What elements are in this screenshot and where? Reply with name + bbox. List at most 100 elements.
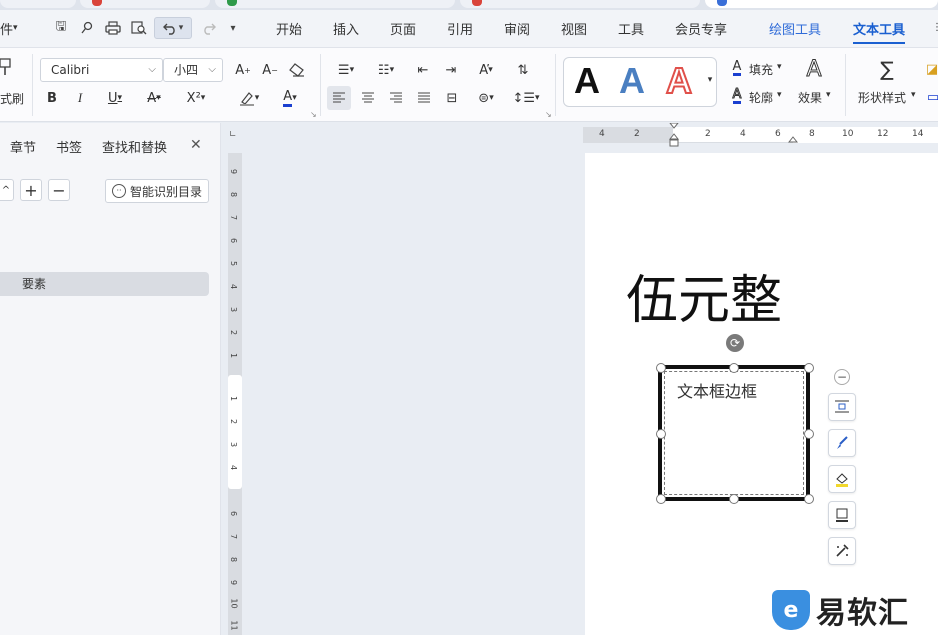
text-fill-label[interactable]: 填充 [749, 61, 773, 78]
text-style-red-outline[interactable]: A [665, 59, 693, 102]
underline-icon[interactable]: U ▾ [100, 86, 130, 110]
clear-format-icon[interactable] [286, 58, 308, 82]
resize-handle-top-right[interactable] [804, 363, 814, 373]
text-effect-icon[interactable]: A [802, 56, 826, 82]
chevron-down-icon[interactable]: ▾ [911, 90, 916, 100]
collapse-up-icon[interactable]: ^ [0, 179, 14, 201]
format-painter-icon[interactable] [76, 17, 98, 39]
tab-home[interactable]: 开始 [276, 19, 302, 38]
tab-text-tools[interactable]: 文本工具 [853, 19, 906, 44]
horizontal-ruler[interactable]: 4 2 2 4 6 8 10 12 14 [583, 123, 938, 147]
tab-review[interactable]: 审阅 [504, 19, 530, 38]
resize-handle-bottom-right[interactable] [804, 494, 814, 504]
align-center-icon[interactable] [356, 86, 380, 110]
text-style-blue[interactable]: A [619, 60, 645, 102]
chevron-down-icon[interactable]: ▾ [777, 90, 782, 100]
shape-style-brush-icon[interactable] [828, 429, 856, 457]
resize-handle-top[interactable] [729, 363, 739, 373]
window-tab[interactable] [460, 0, 700, 8]
tab-tools[interactable]: 工具 [618, 19, 644, 38]
chevron-down-icon[interactable]: ▾ [777, 62, 782, 72]
increase-indent-icon[interactable]: ⇥ [440, 58, 462, 82]
dialog-launcher-icon[interactable]: ↘ [545, 110, 552, 119]
text-effect-label[interactable]: 效果 [798, 89, 822, 106]
sort-icon[interactable]: ⇅ [512, 58, 534, 82]
collapse-toolbar-icon[interactable]: − [834, 369, 850, 385]
menu-overflow-icon[interactable]: ⋮ [932, 22, 938, 33]
text-fill-icon[interactable]: A [728, 58, 746, 78]
resize-handle-left[interactable] [656, 429, 666, 439]
chevron-down-icon[interactable]: ▾ [826, 90, 831, 100]
resize-handle-bottom[interactable] [729, 494, 739, 504]
superscript-icon[interactable]: X² ▾ [178, 86, 214, 110]
save-icon[interactable]: 🖫 [50, 17, 72, 39]
text-wrap-icon[interactable] [828, 393, 856, 421]
text-outline-label[interactable]: 轮廓 [749, 89, 773, 106]
resize-handle-right[interactable] [804, 429, 814, 439]
shrink-font-icon[interactable]: A − [259, 58, 281, 82]
numbered-list-icon[interactable]: ☷ ▾ [370, 58, 402, 82]
highlight-icon[interactable]: ▾ [232, 86, 266, 110]
align-left-icon[interactable] [327, 86, 351, 110]
strikethrough-icon[interactable]: A ▾ [139, 86, 169, 110]
line-spacing-icon[interactable]: ↕☰ ▾ [510, 86, 542, 110]
resize-handle-top-left[interactable] [656, 363, 666, 373]
resize-handle-bottom-left[interactable] [656, 494, 666, 504]
distribute-icon[interactable]: ⊟ [440, 86, 464, 110]
tab-stop-selector-icon[interactable]: ∟ [229, 130, 239, 140]
italic-icon[interactable]: I [70, 86, 90, 110]
menu-file[interactable]: 件 [0, 19, 13, 38]
shape-outline-icon[interactable]: ▭ [927, 88, 938, 106]
print-icon[interactable] [102, 17, 124, 39]
vertical-align-icon[interactable]: ⊜ ▾ [470, 86, 502, 110]
nav-tab-find-replace[interactable]: 查找和替换 [102, 137, 167, 156]
more-tools-icon[interactable] [828, 537, 856, 565]
grow-font-icon[interactable]: A + [232, 58, 254, 82]
expand-button[interactable]: + [20, 179, 42, 201]
document-heading-text[interactable]: 伍元整 [626, 258, 782, 333]
gallery-more-icon[interactable]: ▾ [704, 72, 716, 88]
text-style-black[interactable]: A [574, 60, 600, 102]
align-right-icon[interactable] [384, 86, 408, 110]
bullet-list-icon[interactable]: ☰ ▾ [330, 58, 362, 82]
format-painter-icon[interactable] [0, 56, 14, 78]
shape-outline-icon[interactable] [828, 501, 856, 529]
right-indent-marker-icon[interactable] [788, 135, 798, 143]
window-tab-active[interactable] [705, 0, 938, 8]
tab-reference[interactable]: 引用 [447, 19, 473, 38]
tab-page[interactable]: 页面 [390, 19, 416, 38]
decrease-indent-icon[interactable]: ⇤ [412, 58, 434, 82]
close-panel-icon[interactable]: ✕ [190, 137, 202, 153]
text-direction-icon[interactable]: A̕ ▾ [470, 58, 502, 82]
smart-toc-button[interactable]: ·· 智能识别目录 [105, 179, 209, 203]
bold-icon[interactable]: B [42, 86, 62, 110]
shape-style-icon[interactable]: ∑ [874, 56, 900, 82]
shape-fill-bucket-icon[interactable] [828, 465, 856, 493]
customize-chevron-icon[interactable]: ▾ [222, 17, 244, 39]
tab-view[interactable]: 视图 [561, 19, 587, 38]
tab-drawing-tools[interactable]: 绘图工具 [769, 19, 821, 38]
text-box-content[interactable]: 文本框边框 [677, 378, 757, 402]
shape-fill-icon[interactable]: ◪ [926, 60, 938, 78]
undo-button[interactable]: ▾ [154, 17, 192, 39]
shape-style-label[interactable]: 形状样式 [858, 89, 906, 106]
indent-marker-icon[interactable] [669, 123, 679, 149]
vertical-ruler[interactable]: 9 8 7 6 5 4 3 2 1 1 2 3 4 6 7 8 9 10 11 [228, 153, 242, 635]
dialog-launcher-icon[interactable]: ↘ [310, 110, 317, 119]
chevron-down-icon[interactable]: ▾ [13, 23, 18, 33]
print-preview-icon[interactable] [128, 17, 150, 39]
text-outline-icon[interactable]: A [728, 86, 746, 106]
window-tab[interactable] [215, 0, 455, 8]
tab-member[interactable]: 会员专享 [675, 19, 727, 38]
rotate-handle-icon[interactable]: ⟳ [726, 334, 744, 352]
tab-insert[interactable]: 插入 [333, 19, 359, 38]
nav-item-elements[interactable]: 要素 [0, 272, 209, 296]
window-tab[interactable] [0, 0, 76, 8]
font-size-select[interactable]: 小四 ⌵ [163, 58, 223, 82]
font-color-icon[interactable]: A ▾ [273, 86, 307, 110]
justify-icon[interactable] [412, 86, 436, 110]
nav-tab-chapters[interactable]: 章节 [10, 137, 36, 156]
nav-tab-bookmarks[interactable]: 书签 [56, 137, 82, 156]
collapse-button[interactable]: − [48, 179, 70, 201]
redo-icon[interactable] [198, 17, 220, 39]
